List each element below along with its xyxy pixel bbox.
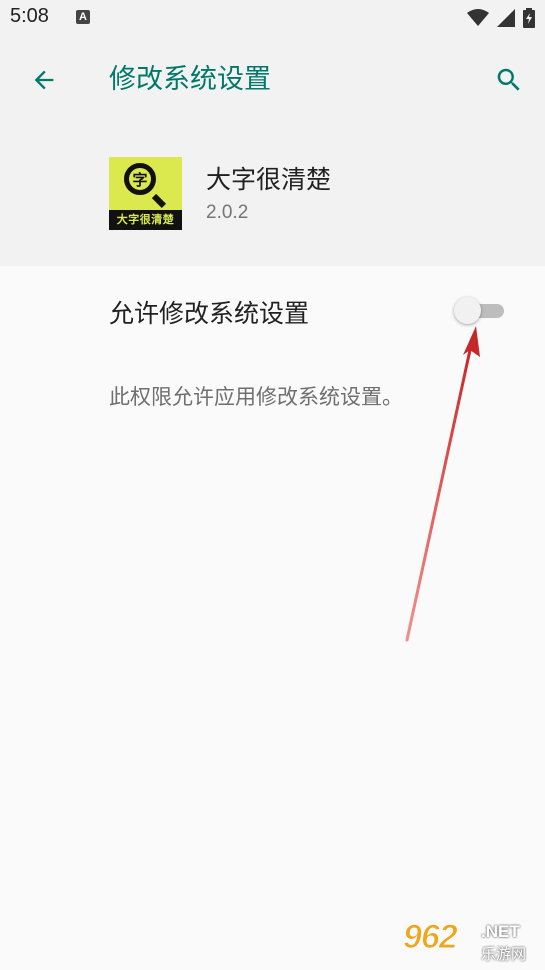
battery-icon [523, 8, 535, 28]
wifi-icon [467, 9, 489, 26]
notification-icon: A [76, 10, 90, 24]
watermark-cn: 乐游网 [481, 945, 527, 963]
magnifier-handle [151, 193, 167, 209]
back-button[interactable] [24, 60, 64, 100]
app-name: 大字很清楚 [206, 165, 332, 194]
app-header: 修改系统设置 字 大字很清楚 大字很清楚 2.0.2 [0, 36, 545, 266]
allow-modify-switch[interactable] [454, 296, 504, 326]
watermark-logo: 962 .NET 乐游网 [403, 916, 539, 968]
app-version: 2.0.2 [206, 202, 249, 223]
switch-thumb [454, 297, 481, 324]
status-icons [467, 6, 535, 30]
watermark-number: 962 [403, 918, 459, 957]
page-title: 修改系统设置 [109, 64, 271, 95]
magnifier-icon: 字 [124, 163, 156, 195]
status-time: 5:08 [10, 5, 49, 27]
watermark-net: .NET [481, 922, 520, 941]
arrow-left-icon [34, 70, 54, 90]
setting-description: 此权限允许应用修改系统设置。 [109, 385, 403, 409]
allow-modify-settings-row[interactable]: 允许修改系统设置 [0, 266, 545, 356]
search-button[interactable] [489, 60, 529, 100]
app-icon: 字 大字很清楚 [109, 157, 182, 230]
signal-icon [497, 9, 515, 27]
search-icon [497, 68, 520, 91]
setting-label: 允许修改系统设置 [109, 299, 310, 328]
app-icon-glyph: 字 [132, 170, 148, 189]
app-icon-band: 大字很清楚 [109, 210, 182, 230]
status-bar: 5:08 A [0, 0, 545, 36]
